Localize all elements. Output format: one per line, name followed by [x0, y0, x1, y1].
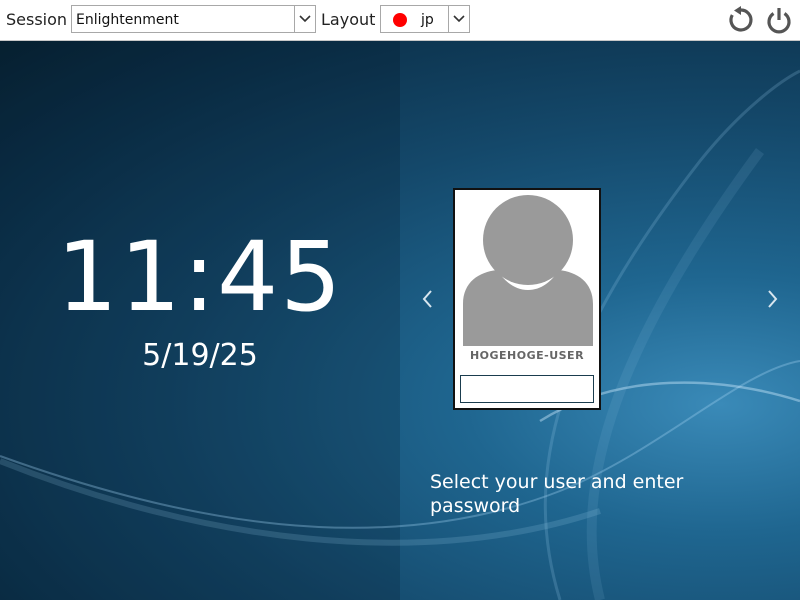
login-hint: Select your user and enter password	[430, 471, 684, 517]
jp-flag-icon	[393, 13, 407, 27]
chevron-right-icon	[768, 290, 778, 308]
clock-time: 11:45	[56, 221, 344, 333]
layout-select-value: jp	[421, 12, 434, 28]
next-user-button[interactable]	[762, 286, 784, 312]
layout-select[interactable]: jp	[380, 5, 470, 33]
reboot-icon	[729, 6, 753, 32]
power-icon	[767, 8, 791, 34]
user-name: HOGEHOGE-USER	[469, 349, 585, 362]
password-input[interactable]	[460, 375, 594, 403]
session-label: Session	[6, 10, 68, 29]
chevron-down-icon[interactable]	[294, 6, 315, 32]
chevron-left-icon	[422, 290, 432, 308]
shutdown-button[interactable]	[764, 4, 794, 36]
session-select[interactable]: Enlightenment	[71, 5, 316, 33]
user-card[interactable]: HOGEHOGE-USER	[453, 188, 601, 410]
top-bar: Session Enlightenment Layout jp	[0, 0, 800, 41]
session-select-value: Enlightenment	[76, 12, 179, 28]
user-avatar-icon	[463, 195, 593, 346]
layout-label: Layout	[321, 10, 376, 29]
chevron-down-icon[interactable]	[448, 6, 469, 32]
reboot-button[interactable]	[726, 4, 756, 36]
previous-user-button[interactable]	[416, 286, 438, 312]
clock-date: 5/19/25	[142, 338, 258, 373]
